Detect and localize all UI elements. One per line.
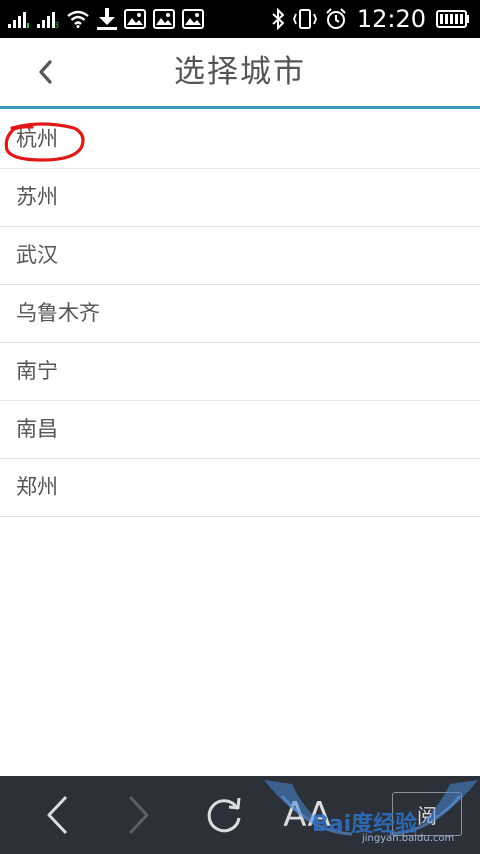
city-list: 杭州 苏州 武汉 乌鲁木齐 南宁 南昌 郑州 — [0, 110, 480, 517]
refresh-button[interactable] — [189, 776, 259, 854]
city-label: 杭州 — [16, 127, 58, 151]
chevron-right-icon — [128, 795, 149, 835]
alarm-icon — [325, 8, 347, 30]
chevron-left-icon — [47, 795, 68, 835]
city-item-wuhan[interactable]: 武汉 — [0, 227, 480, 285]
chevron-left-icon — [39, 60, 52, 84]
city-item-nanning[interactable]: 南宁 — [0, 343, 480, 401]
reader-mode-button[interactable]: 阅 — [392, 792, 462, 836]
download-icon — [97, 8, 117, 30]
back-button[interactable] — [26, 52, 66, 92]
city-label: 苏州 — [16, 185, 58, 209]
status-time: 12:20 — [356, 5, 426, 33]
wifi-icon — [66, 10, 90, 28]
battery-icon — [436, 10, 470, 28]
browser-forward-button[interactable] — [104, 776, 174, 854]
city-label: 南宁 — [16, 359, 58, 383]
vibrate-icon — [292, 8, 317, 30]
city-label: 武汉 — [16, 243, 58, 267]
signal-icon — [8, 10, 30, 28]
city-item-urumqi[interactable]: 乌鲁木齐 — [0, 285, 480, 343]
city-item-nanchang[interactable]: 南昌 — [0, 401, 480, 459]
status-bar: 3G 12:20 — [0, 0, 480, 38]
refresh-icon — [207, 797, 241, 833]
page-title: 选择城市 — [174, 54, 306, 90]
city-item-suzhou[interactable]: 苏州 — [0, 169, 480, 227]
city-label: 乌鲁木齐 — [16, 301, 100, 325]
svg-text:3G: 3G — [54, 21, 59, 28]
city-label: 郑州 — [16, 475, 58, 499]
header-bar: 选择城市 — [0, 38, 480, 109]
bluetooth-icon — [271, 8, 285, 30]
city-item-zhengzhou[interactable]: 郑州 — [0, 459, 480, 517]
browser-back-button[interactable] — [22, 776, 92, 854]
font-size-button[interactable]: AA — [272, 776, 342, 854]
image-icon — [153, 9, 175, 29]
signal-icon: 3G — [37, 10, 59, 28]
city-label: 南昌 — [16, 417, 58, 441]
image-icon — [124, 9, 146, 29]
city-item-hangzhou[interactable]: 杭州 — [0, 110, 480, 169]
image-icon — [182, 9, 204, 29]
